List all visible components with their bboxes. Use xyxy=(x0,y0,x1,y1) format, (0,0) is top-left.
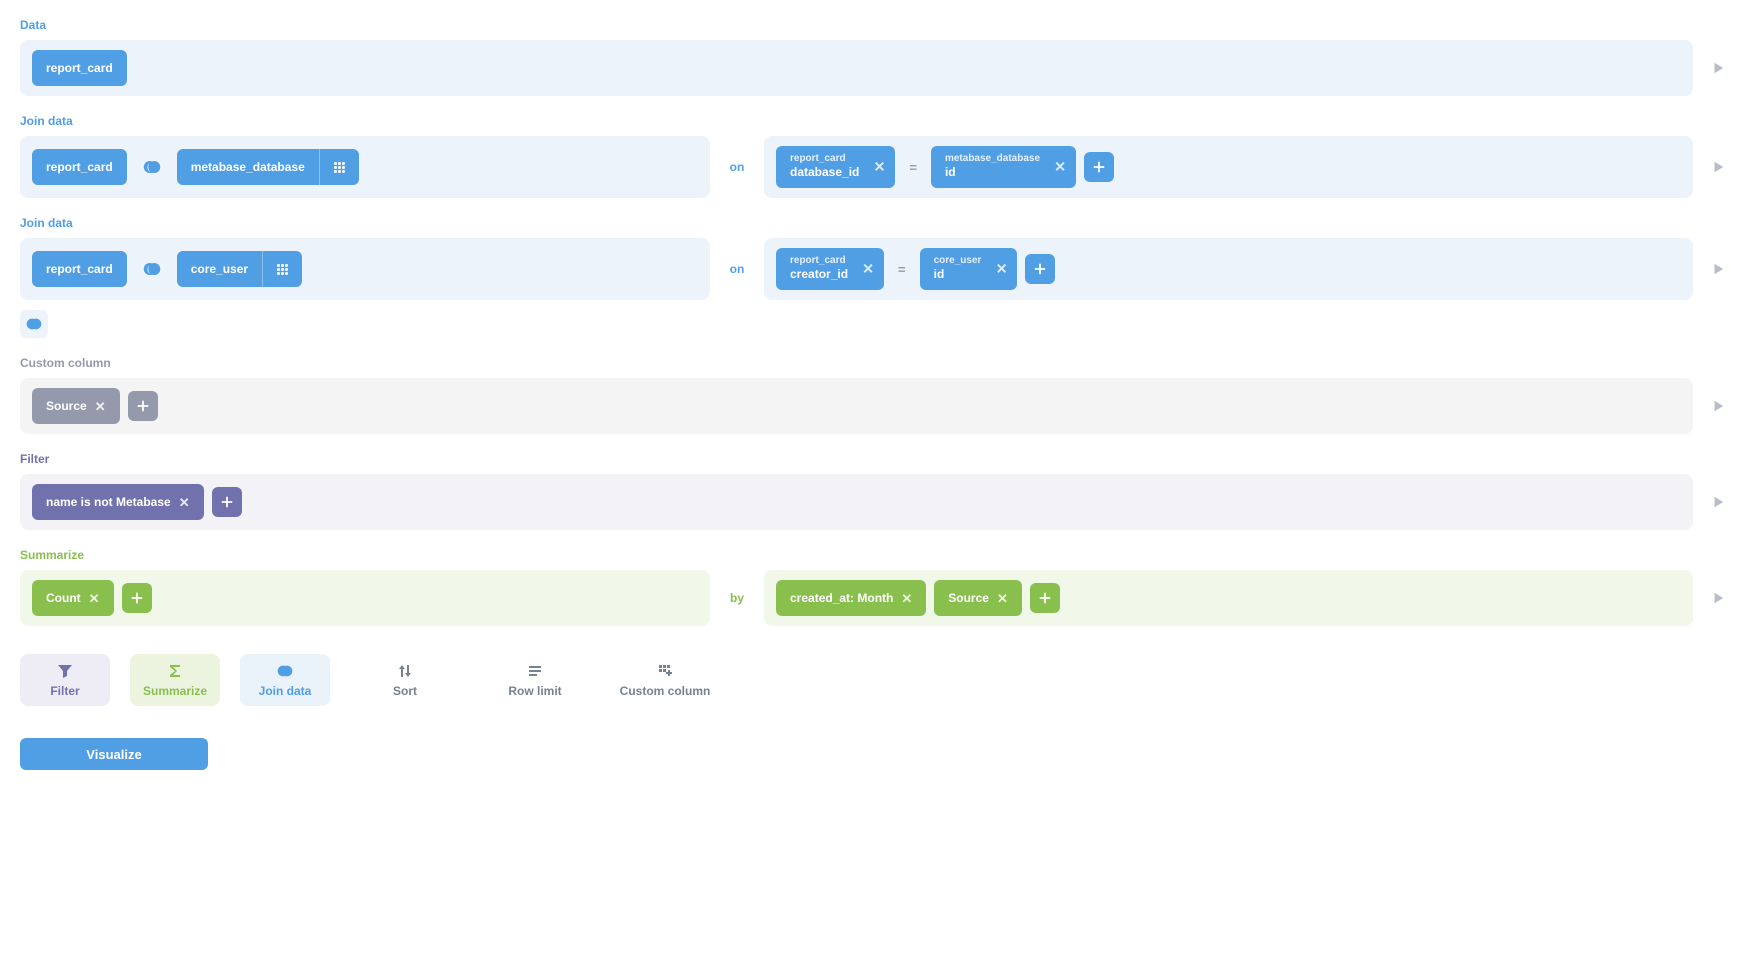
join-section-1: Join data report_card metabase_database … xyxy=(20,114,1731,198)
inner-join-icon[interactable] xyxy=(139,256,165,282)
play-icon xyxy=(1711,61,1725,75)
close-icon[interactable]: ✕ xyxy=(179,496,190,509)
summarize-metrics-panel: Count ✕ xyxy=(20,570,710,626)
join-right-table[interactable]: core_user xyxy=(177,251,302,287)
join-left-field[interactable]: report_card creator_id ✕ xyxy=(776,248,884,290)
join-section-2: Join data report_card core_user on repor… xyxy=(20,216,1731,338)
play-icon xyxy=(1711,160,1725,174)
close-icon[interactable]: ✕ xyxy=(996,261,1008,278)
data-table-label: report_card xyxy=(46,61,113,75)
close-icon[interactable]: ✕ xyxy=(95,400,106,413)
close-icon[interactable]: ✕ xyxy=(862,261,874,278)
join-preview-arrow[interactable] xyxy=(1705,136,1731,198)
join-right-field[interactable]: core_user id ✕ xyxy=(920,248,1018,290)
custom-column-panel: Source ✕ xyxy=(20,378,1693,434)
custom-column-header: Custom column xyxy=(20,356,1731,370)
close-icon[interactable]: ✕ xyxy=(997,592,1008,605)
filter-header: Filter xyxy=(20,452,1731,466)
join-preview-arrow[interactable] xyxy=(1705,238,1731,300)
play-icon xyxy=(1711,495,1725,509)
add-grouping-button[interactable] xyxy=(1030,583,1060,613)
play-icon xyxy=(1711,262,1725,276)
join-icon xyxy=(277,662,293,680)
summarize-section: Summarize Count ✕ by created_at: Month ✕… xyxy=(20,548,1731,626)
action-custom-column-button[interactable]: Custom column xyxy=(610,654,720,706)
summarize-header: Summarize xyxy=(20,548,1731,562)
join-panel-right: report_card database_id ✕ = metabase_dat… xyxy=(764,136,1693,198)
summarize-groupings-panel: created_at: Month ✕ Source ✕ xyxy=(764,570,1693,626)
on-label: on xyxy=(722,136,752,198)
plus-icon xyxy=(220,495,234,509)
filter-preview-arrow[interactable] xyxy=(1705,474,1731,530)
data-table-pill[interactable]: report_card xyxy=(32,50,127,86)
columns-picker-icon[interactable] xyxy=(320,149,359,185)
join-section-header: Join data xyxy=(20,114,1731,128)
filter-chip[interactable]: name is not Metabase ✕ xyxy=(32,484,204,520)
close-icon[interactable]: ✕ xyxy=(89,592,100,605)
grouping-chip[interactable]: created_at: Month ✕ xyxy=(776,580,926,616)
add-join-condition-button[interactable] xyxy=(1025,254,1055,284)
filter-panel: name is not Metabase ✕ xyxy=(20,474,1693,530)
custom-column-preview-arrow[interactable] xyxy=(1705,378,1731,434)
plus-icon xyxy=(1092,160,1106,174)
plus-icon xyxy=(1038,591,1052,605)
sigma-icon xyxy=(167,662,183,680)
custom-column-chip[interactable]: Source ✕ xyxy=(32,388,120,424)
grouping-chip[interactable]: Source ✕ xyxy=(934,580,1022,616)
join-section-header: Join data xyxy=(20,216,1731,230)
add-join-button[interactable] xyxy=(20,310,48,338)
metric-chip[interactable]: Count ✕ xyxy=(32,580,114,616)
data-panel: report_card xyxy=(20,40,1693,96)
close-icon[interactable]: ✕ xyxy=(1054,159,1066,176)
join-right-table[interactable]: metabase_database xyxy=(177,149,359,185)
add-join-condition-button[interactable] xyxy=(1084,152,1114,182)
data-section-header: Data xyxy=(20,18,1731,32)
action-summarize-button[interactable]: Summarize xyxy=(130,654,220,706)
join-left-table[interactable]: report_card xyxy=(32,251,127,287)
summarize-preview-arrow[interactable] xyxy=(1705,570,1731,626)
columns-picker-icon[interactable] xyxy=(263,251,302,287)
join-left-field[interactable]: report_card database_id ✕ xyxy=(776,146,895,188)
play-icon xyxy=(1711,591,1725,605)
close-icon[interactable]: ✕ xyxy=(874,159,886,176)
add-metric-button[interactable] xyxy=(122,583,152,613)
plus-icon xyxy=(136,399,150,413)
action-filter-button[interactable]: Filter xyxy=(20,654,110,706)
add-filter-button[interactable] xyxy=(212,487,242,517)
inner-join-icon[interactable] xyxy=(139,154,165,180)
action-row: Filter Summarize Join data Sort Row limi… xyxy=(20,654,1731,706)
row-limit-icon xyxy=(527,662,543,680)
join-panel-left: report_card metabase_database xyxy=(20,136,710,198)
on-label: on xyxy=(722,238,752,300)
join-right-field[interactable]: metabase_database id ✕ xyxy=(931,146,1076,188)
plus-icon xyxy=(1033,262,1047,276)
equals-sign: = xyxy=(903,160,923,175)
by-label: by xyxy=(722,570,752,626)
join-panel-left: report_card core_user xyxy=(20,238,710,300)
custom-column-section: Custom column Source ✕ xyxy=(20,356,1731,434)
join-panel-right: report_card creator_id ✕ = core_user id … xyxy=(764,238,1693,300)
sort-icon xyxy=(397,662,413,680)
data-section: Data report_card xyxy=(20,18,1731,96)
close-icon[interactable]: ✕ xyxy=(901,592,912,605)
equals-sign: = xyxy=(892,262,912,277)
action-sort-button[interactable]: Sort xyxy=(350,654,460,706)
visualize-button[interactable]: Visualize xyxy=(20,738,208,770)
data-preview-arrow[interactable] xyxy=(1705,40,1731,96)
join-left-table[interactable]: report_card xyxy=(32,149,127,185)
filter-section: Filter name is not Metabase ✕ xyxy=(20,452,1731,530)
play-icon xyxy=(1711,399,1725,413)
plus-icon xyxy=(130,591,144,605)
filter-icon xyxy=(57,662,73,680)
add-custom-column-button[interactable] xyxy=(128,391,158,421)
action-join-button[interactable]: Join data xyxy=(240,654,330,706)
action-row-limit-button[interactable]: Row limit xyxy=(480,654,590,706)
custom-column-icon xyxy=(657,662,673,680)
